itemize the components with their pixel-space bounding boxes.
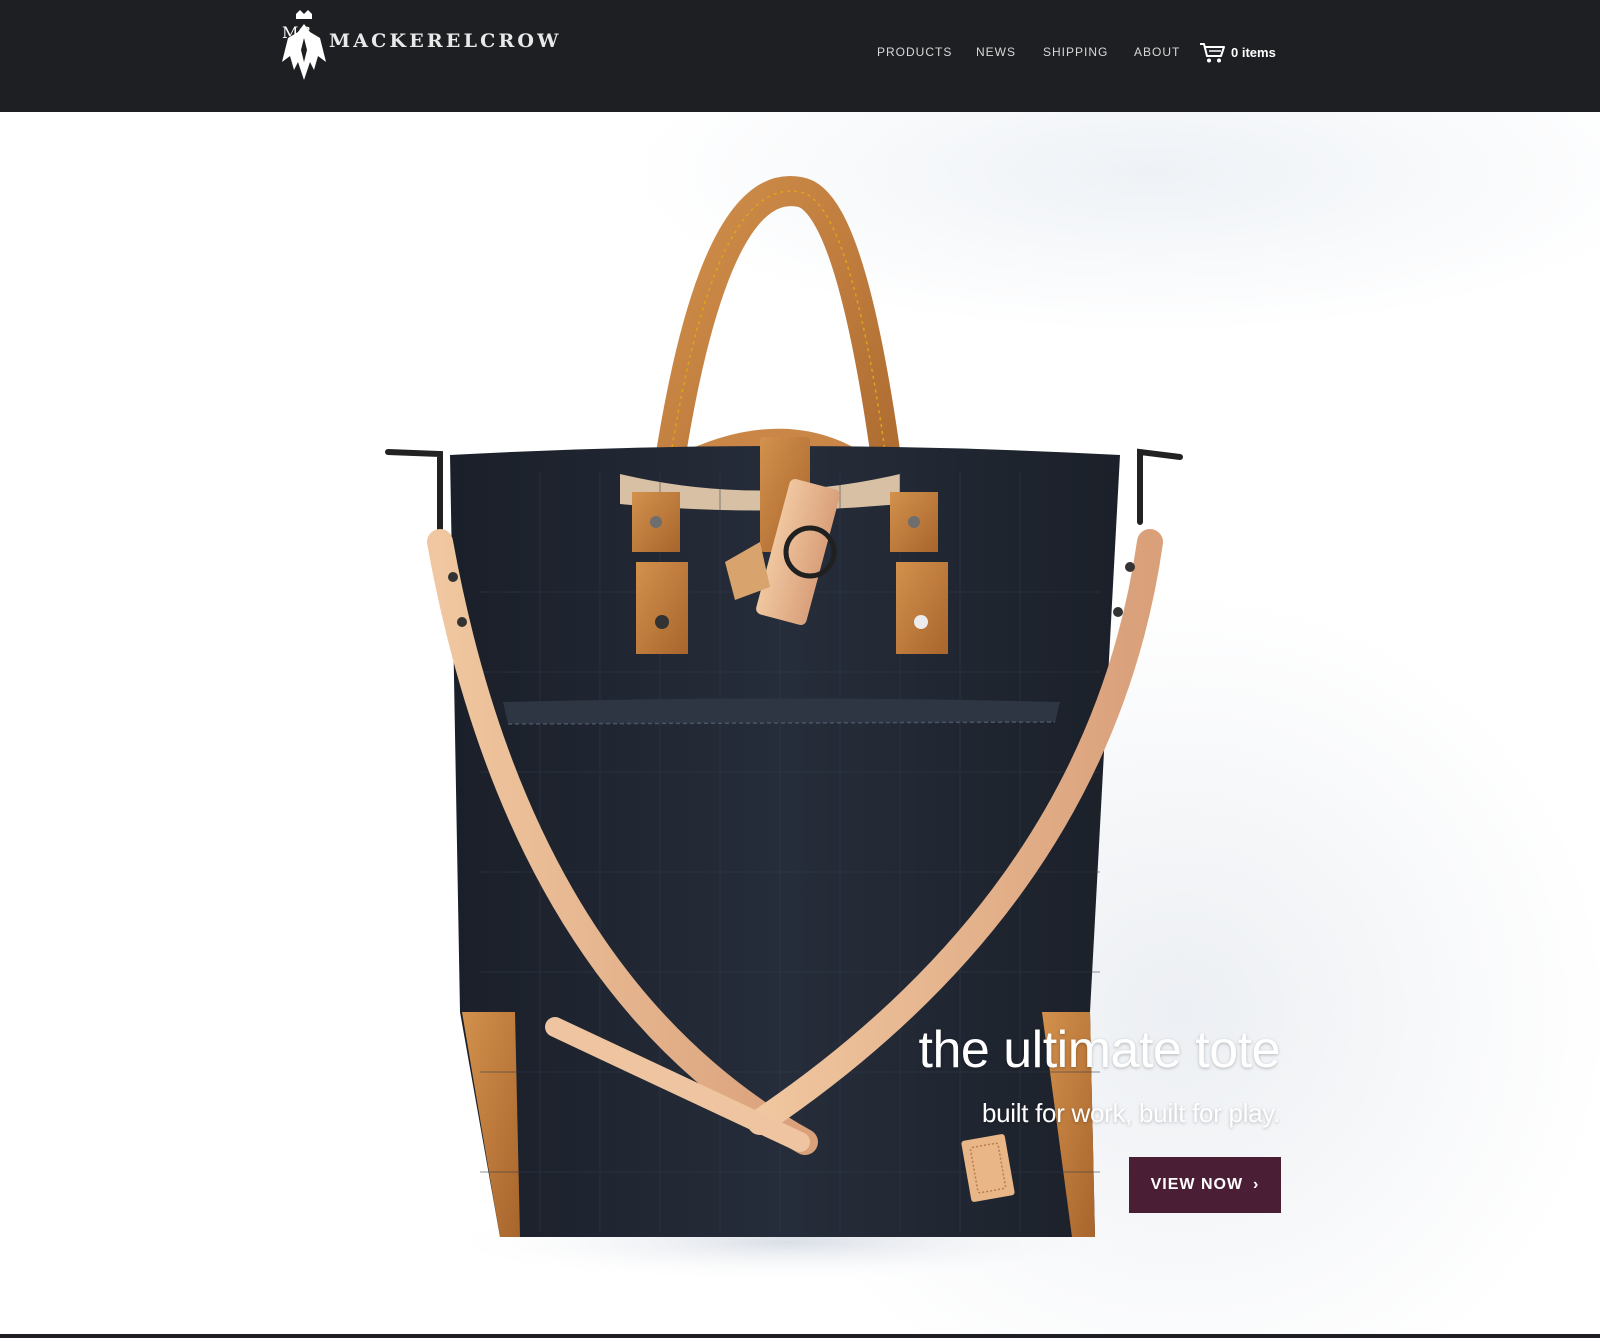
footer-divider	[0, 1334, 1600, 1338]
cart-count[interactable]: 0 items	[1231, 45, 1276, 60]
shopping-cart-icon[interactable]	[1199, 42, 1227, 64]
hero-headline: the ultimate tote	[918, 1021, 1281, 1079]
site-header: MC MACKERELCROW PRODUCTS NEWS SHIPPING A…	[0, 0, 1600, 112]
hero-banner: the ultimate tote built for work, built …	[0, 112, 1600, 1334]
brand-name[interactable]: MACKERELCROW	[329, 30, 562, 52]
nav-item-products[interactable]: PRODUCTS	[877, 45, 952, 59]
nav-item-news[interactable]: NEWS	[976, 45, 1016, 59]
view-now-label: VIEW NOW	[1150, 1176, 1244, 1193]
view-now-button[interactable]: VIEW NOW ›	[1129, 1157, 1281, 1213]
brand-logo-icon[interactable]: MC	[280, 10, 328, 80]
hero-subline: built for work, built for play.	[981, 1098, 1280, 1128]
nav-item-about[interactable]: ABOUT	[1134, 45, 1180, 59]
nav-item-shipping[interactable]: SHIPPING	[1043, 45, 1108, 59]
tote-bag-photo	[385, 176, 1183, 1282]
chevron-right-icon: ›	[1253, 1176, 1260, 1193]
